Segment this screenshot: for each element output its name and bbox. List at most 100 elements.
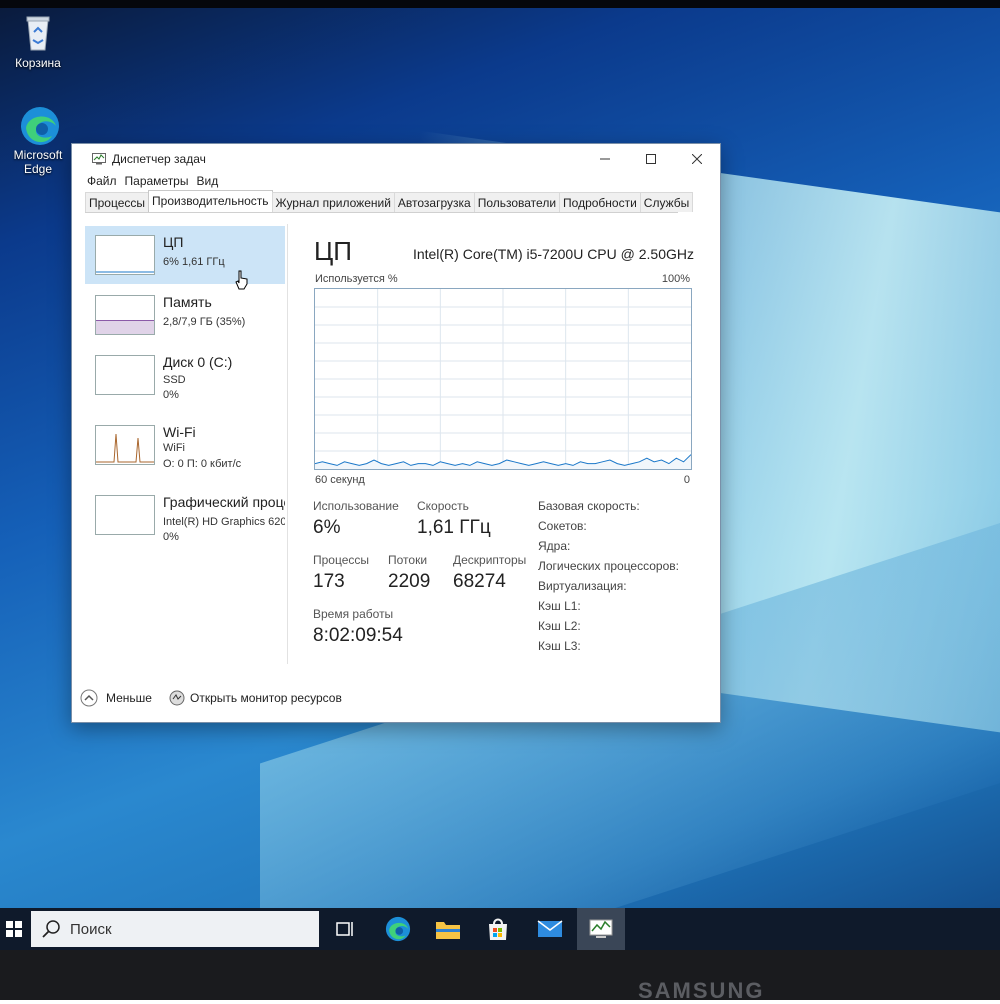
sidebar-item-title: ЦП: [163, 234, 184, 250]
tab-bar: Процессы Производительность Журнал прило…: [85, 190, 694, 213]
tab-processes[interactable]: Процессы: [85, 192, 150, 212]
info-cores: Ядра:: [538, 539, 571, 553]
taskbar: Поиск: [0, 908, 1000, 950]
maximize-icon: [646, 154, 656, 164]
open-resource-monitor-link[interactable]: Открыть монитор ресурсов: [169, 690, 342, 706]
start-button[interactable]: [0, 908, 28, 950]
info-l2-cache: Кэш L2:: [538, 619, 581, 633]
desktop-icon-label: Корзина: [15, 56, 61, 70]
wifi-mini-graph: [96, 433, 154, 463]
store-icon: [489, 918, 507, 940]
info-virtualization: Виртуализация:: [538, 579, 627, 593]
disk-thumbnail: [95, 355, 155, 395]
sidebar-item-disk[interactable]: Диск 0 (C:) SSD 0%: [85, 346, 285, 404]
monitor-brand-logo: SAMSUNG: [638, 978, 765, 1003]
info-logical-processors: Логических процессоров:: [538, 559, 679, 573]
folder-icon: [436, 922, 460, 939]
windows-logo-icon: [6, 921, 22, 937]
tab-app-history[interactable]: Журнал приложений: [271, 192, 395, 212]
chevron-up-circle-icon: [80, 689, 98, 707]
task-view-icon: [336, 922, 353, 936]
graph-min-label: 0: [683, 474, 690, 486]
tab-services[interactable]: Службы: [639, 192, 694, 212]
sidebar-item-cpu[interactable]: ЦП 6% 1,61 ГГц: [85, 226, 285, 284]
mail-icon: [537, 920, 563, 937]
info-l3-cache: Кэш L3:: [538, 639, 581, 653]
info-l1-cache: Кэш L1:: [538, 599, 581, 613]
search-placeholder: Поиск: [70, 920, 112, 938]
fewer-details-label: Меньше: [106, 691, 152, 705]
sidebar-item-title: Память: [163, 294, 212, 310]
sidebar-item-gpu[interactable]: Графический процессор 0 Intel(R) HD Grap…: [85, 486, 285, 544]
sidebar-item-memory[interactable]: Память 2,8/7,9 ГБ (35%): [85, 286, 285, 344]
sidebar-item-title: Wi-Fi: [163, 424, 196, 440]
task-manager-window: Диспетчер задач Файл Параметры Вид Проце…: [71, 143, 721, 723]
speed-value: 1,61 ГГц: [417, 517, 491, 538]
sidebar-item-wifi[interactable]: Wi-Fi WiFi О: 0 П: 0 кбит/с: [85, 416, 285, 474]
cpu-heading: ЦП: [314, 236, 352, 266]
desktop-icon-recycle-bin[interactable]: Корзина: [3, 12, 73, 70]
processes-value: 173: [313, 571, 345, 592]
minimize-icon: [600, 158, 610, 160]
taskbar-store-button[interactable]: [474, 908, 522, 950]
tab-startup[interactable]: Автозагрузка: [393, 192, 475, 212]
cpu-mini-graph: [96, 271, 154, 273]
wifi-thumbnail: [95, 425, 155, 465]
handles-label: Дескрипторы: [453, 553, 527, 567]
graph-max-label: 100%: [661, 273, 690, 285]
handles-value: 68274: [453, 571, 506, 592]
sidebar-item-detail: 2,8/7,9 ГБ (35%): [163, 316, 246, 328]
desktop-icon-label: Microsoft Edge: [13, 148, 63, 176]
sidebar-item-detail: SSD: [163, 374, 186, 386]
sidebar-item-detail: WiFi: [163, 442, 185, 454]
gpu-thumbnail: [95, 495, 155, 535]
monitor-bezel: [0, 950, 1000, 1000]
window-title: Диспетчер задач: [112, 152, 206, 166]
processes-label: Процессы: [313, 553, 370, 567]
mouse-cursor-icon: [235, 270, 248, 290]
desktop-icon-edge[interactable]: Microsoft Edge: [3, 104, 73, 176]
threads-label: Потоки: [388, 553, 428, 567]
tab-users[interactable]: Пользователи: [473, 192, 561, 212]
tab-details[interactable]: Подробности: [559, 192, 641, 212]
close-button[interactable]: [674, 144, 720, 174]
minimize-button[interactable]: [582, 144, 628, 174]
taskbar-task-manager-button[interactable]: [577, 908, 625, 950]
graph-time-label: 60 секунд: [315, 474, 365, 486]
sidebar-item-title: Графический процессор 0: [163, 494, 285, 510]
sidebar-item-value: 0%: [163, 531, 179, 543]
taskbar-mail-button[interactable]: [526, 908, 574, 950]
search-icon: [42, 920, 60, 938]
fewer-details-button[interactable]: Меньше: [80, 689, 152, 707]
taskbar-edge-button[interactable]: [374, 908, 422, 950]
cpu-usage-graph: [314, 288, 692, 470]
usage-label: Использование: [313, 499, 399, 513]
cpu-usage-chart: [315, 289, 691, 469]
tab-performance[interactable]: Производительность: [148, 190, 273, 212]
cpu-thumbnail: [95, 235, 155, 275]
sidebar-item-title: Диск 0 (C:): [163, 354, 233, 370]
menu-file[interactable]: Файл: [87, 174, 117, 192]
threads-value: 2209: [388, 571, 431, 592]
maximize-button[interactable]: [628, 144, 674, 174]
taskbar-file-explorer-button[interactable]: [424, 908, 472, 950]
edge-icon: [18, 104, 59, 145]
task-view-button[interactable]: [322, 908, 370, 950]
performance-sidebar: ЦП 6% 1,61 ГГц Память 2,8/7,9 ГБ (35%) Д…: [85, 224, 288, 664]
task-manager-icon: [92, 153, 106, 165]
taskbar-search-box[interactable]: Поиск: [31, 911, 319, 947]
screen-top-edge: [0, 0, 1000, 8]
title-bar[interactable]: Диспетчер задач: [72, 144, 720, 174]
task-manager-icon: [589, 919, 613, 938]
speed-label: Скорость: [417, 499, 469, 513]
resource-monitor-label: Открыть монитор ресурсов: [190, 691, 342, 705]
sidebar-item-value: 0%: [163, 389, 179, 401]
usage-value: 6%: [313, 517, 341, 538]
uptime-label: Время работы: [313, 607, 394, 621]
sidebar-item-value: О: 0 П: 0 кбит/с: [163, 458, 242, 470]
cpu-model: Intel(R) Core(TM) i5-7200U CPU @ 2.50GHz: [412, 246, 694, 262]
info-base-speed: Базовая скорость:: [538, 499, 640, 513]
sidebar-item-detail: 6% 1,61 ГГц: [163, 256, 225, 268]
close-icon: [692, 154, 702, 164]
sidebar-item-detail: Intel(R) HD Graphics 620: [163, 516, 285, 528]
